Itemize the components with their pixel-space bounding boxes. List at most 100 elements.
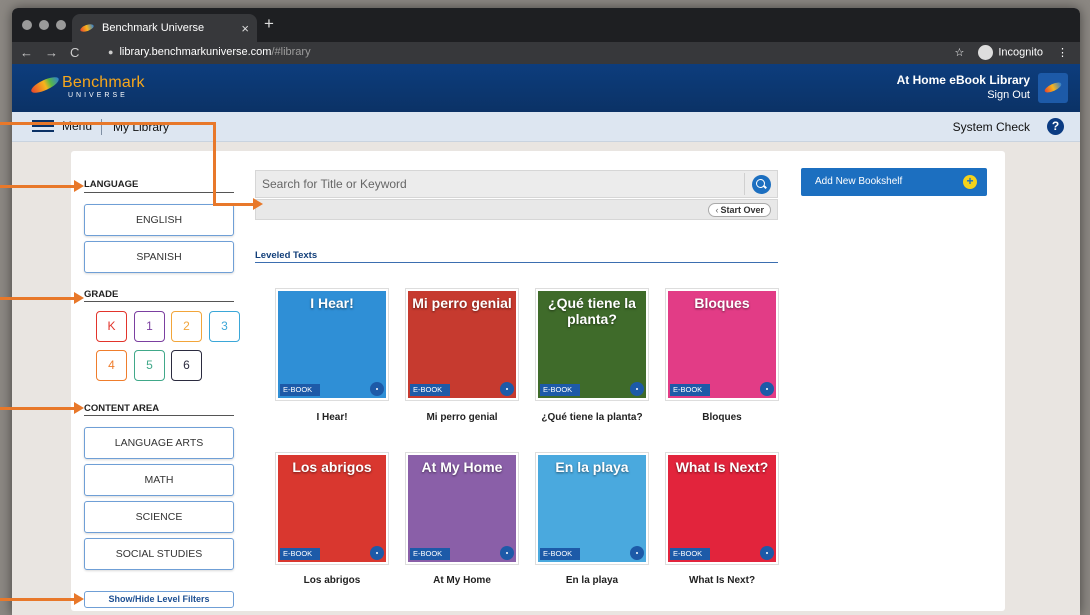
tab-title: Benchmark Universe <box>102 22 205 34</box>
bookmark-star-icon[interactable]: ☆ <box>954 46 964 59</box>
filter-spanish-button[interactable]: SPANISH <box>84 241 234 273</box>
section-rule <box>255 262 778 263</box>
book-card[interactable]: I Hear! E-BOOK <box>275 288 389 401</box>
window-controls <box>22 20 66 30</box>
grade-1-button[interactable]: 1 <box>134 311 165 342</box>
grade-2-button[interactable]: 2 <box>171 311 202 342</box>
ebook-tag: E-BOOK <box>540 384 580 396</box>
grade-k-button[interactable]: K <box>96 311 127 342</box>
filter-english-button[interactable]: ENGLISH <box>84 204 234 236</box>
book-card[interactable]: En la playa E-BOOK <box>535 452 649 565</box>
grade-6-button[interactable]: 6 <box>171 350 202 381</box>
ebook-tag: E-BOOK <box>540 548 580 560</box>
forward-icon[interactable]: → <box>45 45 58 60</box>
add-new-bookshelf-button[interactable]: Add New Bookshelf + <box>801 168 987 196</box>
search-icon[interactable] <box>752 175 771 194</box>
library-title: At Home eBook Library <box>896 73 1030 87</box>
url-domain: library.benchmarkuniverse.com <box>119 46 272 58</box>
annotation-arrowhead <box>74 402 84 414</box>
book-cover[interactable]: En la playa E-BOOK <box>538 455 646 562</box>
grade-rule <box>84 301 234 302</box>
book-title[interactable]: En la playa <box>535 575 649 586</box>
gear-icon[interactable] <box>760 546 774 560</box>
gear-icon[interactable] <box>760 382 774 396</box>
add-bookshelf-label: Add New Bookshelf <box>815 176 903 187</box>
header-user-area: At Home eBook Library Sign Out <box>897 73 1030 101</box>
filter-language-arts-button[interactable]: LANGUAGE ARTS <box>84 427 234 459</box>
cover-title: What Is Next? <box>675 459 769 475</box>
lock-icon: ● <box>108 47 114 57</box>
gear-icon[interactable] <box>630 546 644 560</box>
search-divider <box>744 173 745 195</box>
annotation-arrow-language <box>0 185 74 188</box>
plus-circle-icon: + <box>963 175 977 189</box>
search-input[interactable] <box>262 171 742 197</box>
nav-controls: ← → C <box>20 45 79 60</box>
reload-icon[interactable]: C <box>70 45 79 60</box>
gear-icon[interactable] <box>500 546 514 560</box>
annotation-arrow-search <box>213 203 255 206</box>
show-hide-level-filters-button[interactable]: Show/Hide Level Filters <box>84 591 234 608</box>
incognito-icon <box>978 45 994 60</box>
language-rule <box>84 192 234 193</box>
url-field[interactable]: ● library.benchmarkuniverse.com/#library <box>108 46 311 58</box>
book-cover[interactable]: I Hear! E-BOOK <box>278 291 386 398</box>
new-tab-button[interactable]: + <box>264 14 274 34</box>
book-cover[interactable]: At My Home E-BOOK <box>408 455 516 562</box>
book-title[interactable]: ¿Qué tiene la planta? <box>535 412 649 423</box>
annotation-arrowhead <box>74 292 84 304</box>
system-check-link[interactable]: System Check <box>953 120 1030 134</box>
book-cover[interactable]: Los abrigos E-BOOK <box>278 455 386 562</box>
gear-icon[interactable] <box>500 382 514 396</box>
logo-text: Benchmark <box>62 74 145 91</box>
annotation-arrow-toggle <box>0 598 74 601</box>
book-card[interactable]: Los abrigos E-BOOK <box>275 452 389 565</box>
gear-icon[interactable] <box>370 382 384 396</box>
chevron-left-icon: ‹ <box>715 205 719 215</box>
help-icon[interactable]: ? <box>1047 118 1064 135</box>
browser-tab[interactable]: Benchmark Universe × <box>72 14 257 42</box>
browser-menu-icon[interactable]: ⋮ <box>1057 46 1068 59</box>
ebook-tag: E-BOOK <box>280 548 320 560</box>
book-title[interactable]: At My Home <box>405 575 519 586</box>
filter-math-button[interactable]: MATH <box>84 464 234 496</box>
book-cover[interactable]: What Is Next? E-BOOK <box>668 455 776 562</box>
book-title[interactable]: What Is Next? <box>665 575 779 586</box>
book-cover[interactable]: Bloques E-BOOK <box>668 291 776 398</box>
maximize-window-dot[interactable] <box>56 20 66 30</box>
minimize-window-dot[interactable] <box>39 20 49 30</box>
benchmark-logo[interactable]: Benchmark UNIVERSE <box>30 74 145 100</box>
avatar[interactable] <box>1038 73 1068 103</box>
close-tab-icon[interactable]: × <box>241 21 249 36</box>
book-card[interactable]: At My Home E-BOOK <box>405 452 519 565</box>
annotation-arrow-grade <box>0 297 74 300</box>
book-card[interactable]: Mi perro genial E-BOOK <box>405 288 519 401</box>
gear-icon[interactable] <box>370 546 384 560</box>
section-title: Leveled Texts <box>255 250 318 261</box>
sign-out-link[interactable]: Sign Out <box>897 89 1030 101</box>
benchmark-favicon-icon <box>80 23 94 33</box>
ebook-tag: E-BOOK <box>670 548 710 560</box>
book-title[interactable]: I Hear! <box>275 412 389 423</box>
grade-3-button[interactable]: 3 <box>209 311 240 342</box>
book-title[interactable]: Bloques <box>665 412 779 423</box>
close-window-dot[interactable] <box>22 20 32 30</box>
incognito-indicator[interactable]: Incognito <box>978 45 1043 60</box>
back-icon[interactable]: ← <box>20 45 33 60</box>
filter-social-studies-button[interactable]: SOCIAL STUDIES <box>84 538 234 570</box>
start-over-button[interactable]: ‹ Start Over <box>708 203 771 217</box>
book-cover[interactable]: ¿Qué tiene la planta? E-BOOK <box>538 291 646 398</box>
book-card[interactable]: Bloques E-BOOK <box>665 288 779 401</box>
grade-4-button[interactable]: 4 <box>96 350 127 381</box>
book-card[interactable]: ¿Qué tiene la planta? E-BOOK <box>535 288 649 401</box>
grade-heading: GRADE <box>84 289 119 300</box>
filter-science-button[interactable]: SCIENCE <box>84 501 234 533</box>
book-card[interactable]: What Is Next? E-BOOK <box>665 452 779 565</box>
gear-icon[interactable] <box>630 382 644 396</box>
annotation-arrowhead <box>74 593 84 605</box>
address-bar: ← → C ● library.benchmarkuniverse.com/#li… <box>12 42 1080 64</box>
grade-5-button[interactable]: 5 <box>134 350 165 381</box>
book-cover[interactable]: Mi perro genial E-BOOK <box>408 291 516 398</box>
book-title[interactable]: Mi perro genial <box>405 412 519 423</box>
book-title[interactable]: Los abrigos <box>275 575 389 586</box>
